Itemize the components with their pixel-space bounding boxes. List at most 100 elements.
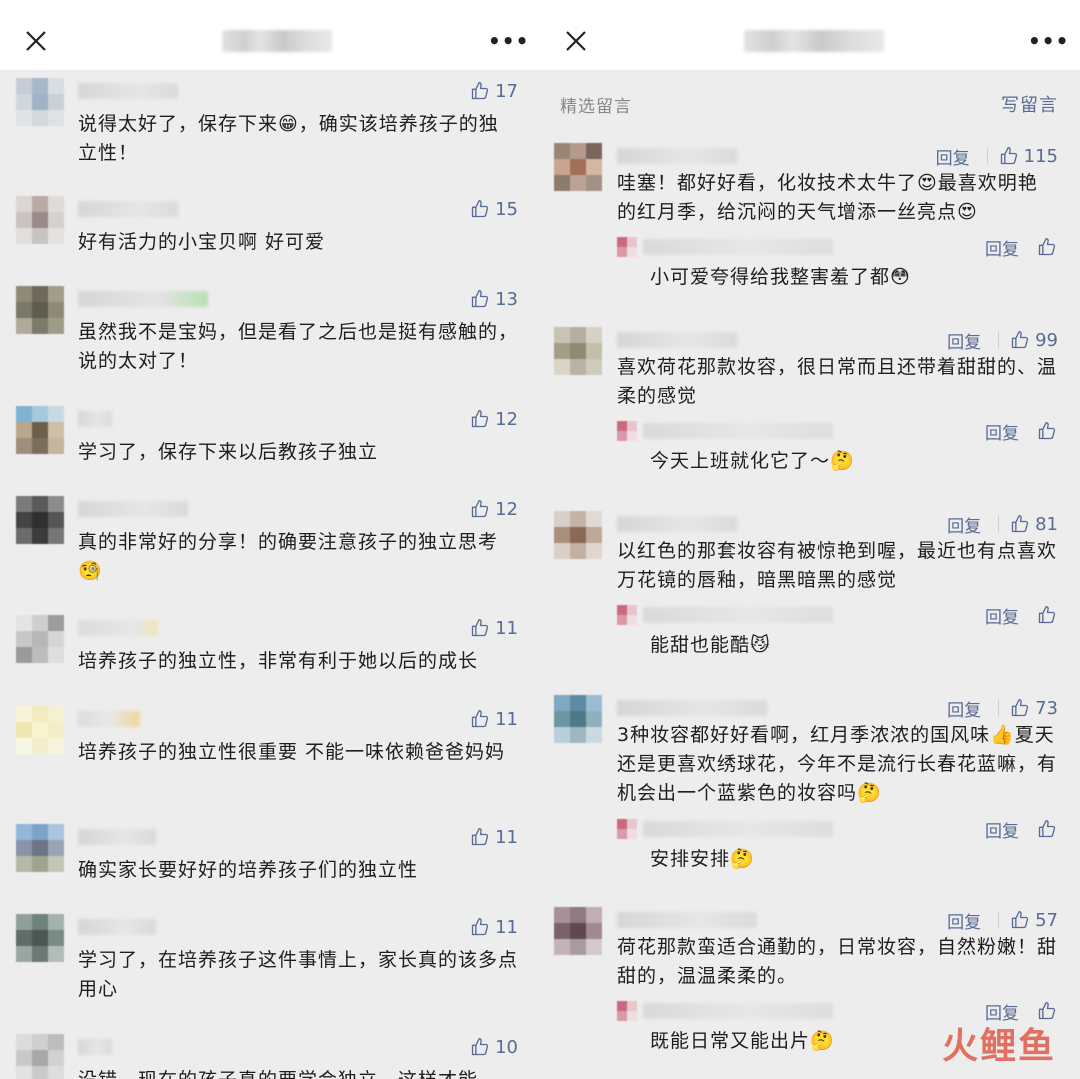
comment-actions: 回复 73 xyxy=(947,695,1058,721)
nickname-blurred xyxy=(617,912,757,928)
like-button[interactable]: 11 xyxy=(470,824,518,850)
like-button[interactable]: 11 xyxy=(470,914,518,940)
thumb-up-icon[interactable] xyxy=(1037,421,1057,441)
like-button[interactable]: 17 xyxy=(470,78,518,104)
nickname-blurred xyxy=(617,700,767,716)
avatar xyxy=(16,706,64,754)
nickname-blurred xyxy=(78,829,156,845)
reply-text: 既能日常又能出片🤔 xyxy=(650,1030,835,1052)
author-avatar xyxy=(617,819,637,839)
nickname-blurred xyxy=(643,821,833,837)
left-comment-panel: ••• 17 说得太好了，保存下来😁，确实该培养孩子的独立性！ 15 好有活力的… xyxy=(0,0,540,1079)
thumb-up-icon xyxy=(471,410,489,428)
reply-button[interactable]: 回复 xyxy=(985,419,1019,444)
nickname-blurred xyxy=(78,291,208,307)
divider xyxy=(998,912,1000,928)
like-count: 115 xyxy=(1023,145,1058,167)
watermark-logo: 火鲤鱼 xyxy=(941,1026,1056,1067)
nickname-blurred xyxy=(617,332,737,348)
reply-button[interactable]: 回复 xyxy=(985,817,1019,842)
comment-text: 确实家长要好好的培养孩子们的独立性 xyxy=(78,859,419,881)
like-count: 11 xyxy=(495,826,518,848)
page-title-blurred xyxy=(744,30,884,52)
thumb-up-icon[interactable] xyxy=(1010,330,1030,350)
reply-text: 能甜也能酷😼 xyxy=(650,634,771,656)
like-count: 57 xyxy=(1035,909,1058,931)
comment-text: 培养孩子的独立性，非常有利于她以后的成长 xyxy=(78,650,479,672)
reply-actions: 回复 xyxy=(985,419,1057,444)
like-button[interactable]: 15 xyxy=(470,196,518,222)
thumb-up-icon[interactable] xyxy=(1010,910,1030,930)
avatar xyxy=(16,824,64,872)
reply-text: 今天上班就化它了～🤔 xyxy=(650,450,855,472)
section-title: 精选留言 xyxy=(560,97,632,117)
divider xyxy=(998,700,1000,716)
avatar xyxy=(16,286,64,334)
avatar xyxy=(16,78,64,126)
thumb-up-icon xyxy=(471,1038,489,1056)
reply-button[interactable]: 回复 xyxy=(985,603,1019,628)
reply-actions: 回复 xyxy=(985,235,1057,260)
thumb-up-icon[interactable] xyxy=(1037,605,1057,625)
more-icon[interactable]: ••• xyxy=(1028,30,1068,54)
divider xyxy=(986,148,988,164)
nickname-blurred xyxy=(78,711,140,727)
reply-button[interactable]: 回复 xyxy=(985,235,1019,260)
comment-actions: 回复 115 xyxy=(936,143,1058,169)
nickname-blurred xyxy=(78,201,178,217)
thumb-up-icon[interactable] xyxy=(1037,237,1057,257)
avatar xyxy=(16,496,64,544)
nickname-blurred xyxy=(617,148,737,164)
comment-text: 以红色的那套妆容有被惊艳到喔，最近也有点喜欢万花镜的唇釉，暗黑暗黑的感觉 xyxy=(617,540,1058,591)
nickname-blurred xyxy=(617,516,737,532)
thumb-up-icon[interactable] xyxy=(1037,819,1057,839)
thumb-up-icon xyxy=(471,918,489,936)
close-icon[interactable] xyxy=(564,29,588,53)
divider xyxy=(998,332,1000,348)
comment-text: 学习了，保存下来以后教孩子独立 xyxy=(78,441,379,463)
author-avatar xyxy=(617,237,637,257)
thumb-up-icon[interactable] xyxy=(999,146,1019,166)
thumb-up-icon[interactable] xyxy=(1010,698,1030,718)
avatar xyxy=(554,695,602,743)
like-button[interactable]: 11 xyxy=(470,615,518,641)
reply-button[interactable]: 回复 xyxy=(947,908,981,933)
like-count: 73 xyxy=(1035,697,1058,719)
nickname-blurred xyxy=(78,1039,112,1055)
top-bar: ••• xyxy=(0,0,540,70)
reply-button[interactable]: 回复 xyxy=(936,144,970,169)
nickname-blurred xyxy=(643,1003,833,1019)
close-icon[interactable] xyxy=(24,29,48,53)
reply-text: 小可爱夸得给我整害羞了都😳 xyxy=(650,266,911,288)
nickname-blurred xyxy=(78,83,178,99)
like-count: 17 xyxy=(495,80,518,102)
right-comment-panel: ••• 精选留言 写留言 回复 115 哇塞！都好好看，化妆技术太牛了😍最喜欢明… xyxy=(540,0,1080,1079)
thumb-up-icon[interactable] xyxy=(1010,514,1030,534)
comment-text: 真的非常好的分享！的确要注意孩子的独立思考🧐 xyxy=(78,531,499,582)
nickname-blurred xyxy=(643,607,833,623)
like-count: 10 xyxy=(495,1036,518,1058)
reply-button[interactable]: 回复 xyxy=(947,328,981,353)
reply-button[interactable]: 回复 xyxy=(947,696,981,721)
like-button[interactable]: 11 xyxy=(470,706,518,732)
avatar xyxy=(16,196,64,244)
reply-button[interactable]: 回复 xyxy=(947,512,981,537)
like-button[interactable]: 10 xyxy=(470,1034,518,1060)
like-button[interactable]: 12 xyxy=(470,496,518,522)
write-comment-button[interactable]: 写留言 xyxy=(1001,91,1058,117)
divider xyxy=(998,516,1000,532)
like-button[interactable]: 13 xyxy=(470,286,518,312)
like-count: 11 xyxy=(495,708,518,730)
comment-actions: 回复 57 xyxy=(947,907,1058,933)
more-icon[interactable]: ••• xyxy=(488,30,528,54)
avatar xyxy=(16,1034,64,1079)
thumb-up-icon xyxy=(471,200,489,218)
comment-text: 培养孩子的独立性很重要 不能一味依赖爸爸妈妈 xyxy=(78,741,506,763)
comment-text: 虽然我不是宝妈，但是看了之后也是挺有感触的，说的太对了！ xyxy=(78,321,519,372)
like-count: 15 xyxy=(495,198,518,220)
thumb-up-icon xyxy=(471,619,489,637)
like-button[interactable]: 12 xyxy=(470,406,518,432)
avatar xyxy=(554,511,602,559)
nickname-blurred xyxy=(78,620,158,636)
comments-header: 精选留言 写留言 xyxy=(540,70,1080,132)
